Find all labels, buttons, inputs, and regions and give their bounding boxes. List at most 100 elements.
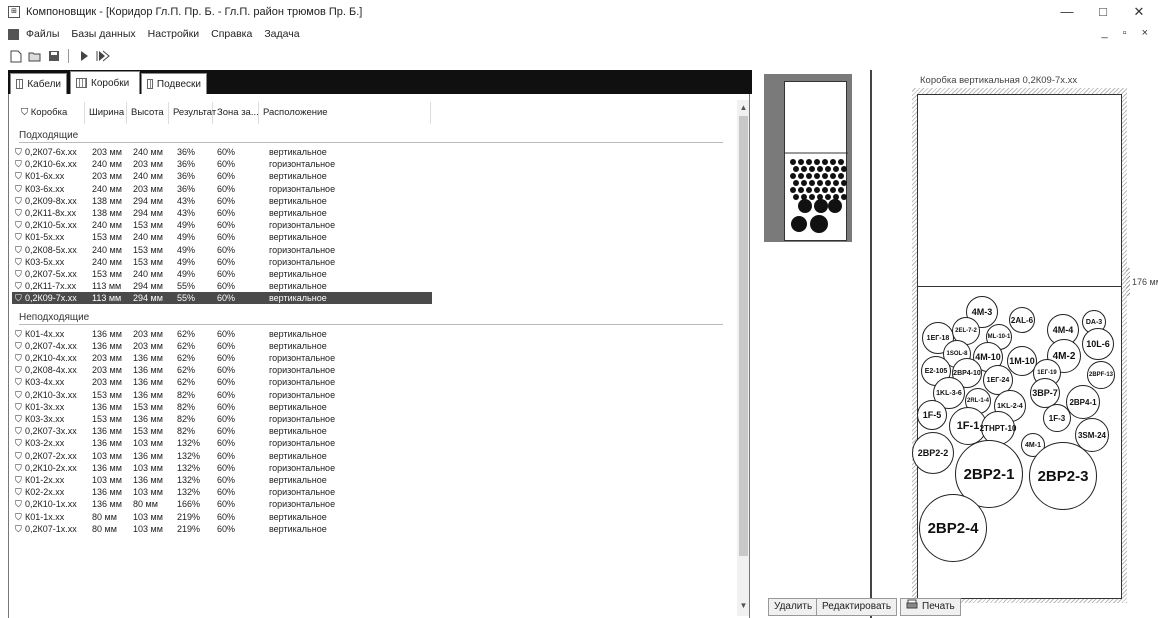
table-cell: 138 мм [92,208,122,218]
table-row[interactable]: ⛉ К01-5x.xx 153 мм 240 мм 49% 60% вертикальное [12,231,432,243]
table-cell: горизонтальное [269,220,336,231]
thumbnail-cable [817,180,823,186]
delete-button[interactable]: Удалить [768,598,819,616]
maximize-button[interactable]: □ [1088,3,1118,21]
column-header-box[interactable]: ⛉ Коробка [17,102,85,124]
table-row[interactable]: ⛉ 0,2К10-3x.xx 153 мм 136 мм 82% 60% горизонта… [12,389,432,401]
menu-task[interactable]: Задача [264,28,299,40]
table-row[interactable]: ⛉ 0,2К07-3x.xx 136 мм 153 мм 82% 60% вертикаль… [12,425,432,437]
cable-circle[interactable]: 2ВР2-4 [919,494,987,562]
cable-circle[interactable]: 2ВР2-3 [1029,442,1097,510]
table-cell: вертикальное [269,195,327,206]
table-row[interactable]: ⛉ К01-1x.xx 80 мм 103 мм 219% 60% вертикальное [12,511,432,523]
table-row[interactable]: ⛉ К03-3x.xx 153 мм 136 мм 82% 60% горизонтальн… [12,413,432,425]
table-row[interactable]: ⛉ 0,2К10-2x.xx 136 мм 103 мм 132% 60% горизонт… [12,462,432,474]
table-row[interactable]: ⛉ 0,2К11-8x.xx 138 мм 294 мм 43% 60% вертикаль… [12,207,432,219]
table-row[interactable]: ⛉ К01-4x.xx 136 мм 203 мм 62% 60% вертикальное [12,328,432,340]
table-row[interactable]: ⛉ 0,2К09-7x.xx 113 мм 294 мм 55% 60% вертикаль… [12,292,432,305]
table-cell: 60% [217,438,236,449]
menu-help[interactable]: Справка [211,28,252,40]
table-row[interactable]: ⛉ 0,2К07-6x.xx 203 мм 240 мм 36% 60% вертикаль… [12,146,432,158]
box-icon: ⛉ [15,340,22,351]
table-row[interactable]: ⛉ 0,2К10-4x.xx 203 мм 136 мм 62% 60% горизонта… [12,352,432,364]
filter-icon: ⛉ [21,107,31,118]
table-cell: 136 мм [92,462,122,473]
column-header-zone[interactable]: Зона за... [213,102,259,124]
table-cell: 0,2К07-3x.xx [25,426,77,437]
column-header-placement[interactable]: Расположение [259,102,431,124]
table-cell: 153 мм [92,232,122,243]
table-cell: 43% [177,195,196,206]
column-header-height[interactable]: Высота [127,102,169,124]
table-cell: 153 мм [133,426,163,437]
run-all-icon[interactable] [95,49,110,64]
table-row[interactable]: ⛉ 0,2К08-4x.xx 203 мм 136 мм 62% 60% горизонта… [12,364,432,376]
run-icon[interactable] [76,49,91,64]
table-cell: 132% [177,487,201,498]
table-row[interactable]: ⛉ 0,2К10-1x.xx 136 мм 80 мм 166% 60% горизонта… [12,498,432,510]
cable-circle[interactable]: 2AL-6 [1009,307,1035,333]
table-row[interactable]: ⛉ 0,2К08-5x.xx 240 мм 153 мм 49% 60% горизонта… [12,244,432,256]
cable-circle[interactable]: 10L-6 [1082,328,1114,360]
box-icon: ⛉ [15,438,22,449]
table-row[interactable]: ⛉ К03-6x.xx 240 мм 203 мм 36% 60% горизонтальн… [12,183,432,195]
scroll-thumb[interactable] [739,116,748,556]
tab-boxes[interactable]: Коробки [70,71,140,94]
save-icon[interactable] [46,49,61,64]
table-row[interactable]: ⛉ К01-2x.xx 103 мм 136 мм 132% 60% вертикально… [12,474,432,486]
cable-circle[interactable]: 2BPF-13 [1087,361,1115,389]
table-row[interactable]: ⛉ 0,2К09-8x.xx 138 мм 294 мм 43% 60% вертикаль… [12,195,432,207]
table-row[interactable]: ⛉ К02-2x.xx 136 мм 103 мм 132% 60% горизонталь… [12,486,432,498]
table-cell: 294 мм [133,208,163,218]
tab-cables[interactable]: Кабели [10,73,67,94]
column-header-width[interactable]: Ширина [85,102,127,124]
mdi-controls[interactable]: _ ▫ × [1101,27,1154,39]
table-row[interactable]: ⛉ 0,2К10-5x.xx 240 мм 153 мм 49% 60% горизонта… [12,219,432,231]
box-thumbnail[interactable] [764,74,852,242]
table-row[interactable]: ⛉ К03-2x.xx 136 мм 103 мм 132% 60% горизонталь… [12,437,432,449]
table-row[interactable]: ⛉ К01-6x.xx 203 мм 240 мм 36% 60% вертикальное [12,170,432,182]
box-icon: ⛉ [15,462,22,473]
menu-databases[interactable]: Базы данных [71,28,135,40]
menu-files[interactable]: Файлы [26,28,59,40]
print-button[interactable]: Печать [900,598,961,616]
tab-hangers[interactable]: Подвески [141,73,207,94]
vertical-scrollbar[interactable]: ▲ ▼ [737,100,749,616]
table-row[interactable]: ⛉ 0,2К07-5x.xx 153 мм 240 мм 49% 60% вертикаль… [12,268,432,280]
table-row[interactable]: ⛉ 0,2К07-2x.xx 103 мм 136 мм 132% 60% вертикал… [12,450,432,462]
table-row[interactable]: ⛉ К01-3x.xx 136 мм 153 мм 82% 60% вертикальное [12,401,432,413]
boxes-list[interactable]: ⛉ Коробка Ширина Высота Результат Зона з… [8,94,750,618]
table-cell: вертикальное [269,426,327,437]
column-header-result[interactable]: Результат [169,102,216,124]
table-row[interactable]: ⛉ К03-5x.xx 240 мм 153 мм 49% 60% горизонтальн… [12,256,432,268]
thumbnail-cable [791,216,807,232]
thumbnail-cable [814,187,820,193]
table-row[interactable]: ⛉ 0,2К07-1x.xx 80 мм 103 мм 219% 60% вертикаль… [12,523,432,535]
cable-circle[interactable]: 2ВР2-2 [912,432,954,474]
table-row[interactable]: ⛉ 0,2К11-7x.xx 113 мм 294 мм 55% 60% вертикаль… [12,280,432,292]
scroll-up-icon[interactable]: ▲ [737,102,749,114]
edit-button[interactable]: Редактировать [816,598,898,616]
open-icon[interactable] [27,49,42,64]
cable-circle[interactable]: 1F-5 [917,400,947,430]
thumbnail-cable [841,166,847,172]
box-icon: ⛉ [15,401,22,412]
table-cell: 49% [177,232,196,243]
minimize-button[interactable]: — [1052,3,1082,21]
thumbnail-box [784,81,848,241]
close-button[interactable]: ✕ [1124,3,1154,21]
table-cell: 60% [217,244,236,255]
table-cell: 153 мм [133,244,163,255]
new-icon[interactable] [8,49,23,64]
menu-settings[interactable]: Настройки [148,28,200,40]
cable-circle[interactable]: 2ВР4-1 [1066,385,1100,419]
table-row[interactable]: ⛉ 0,2К07-4x.xx 136 мм 203 мм 62% 60% вертикаль… [12,340,432,352]
table-cell: горизонтальное [269,183,336,194]
table-cell: 203 мм [92,365,122,376]
cable-circle[interactable]: 1F-3 [1043,404,1071,432]
table-row[interactable]: ⛉ К03-4x.xx 203 мм 136 мм 62% 60% горизонтальн… [12,376,432,388]
table-row[interactable]: ⛉ 0,2К10-6x.xx 240 мм 203 мм 36% 60% горизонта… [12,158,432,170]
table-cell: 60% [217,499,236,510]
box-icon: ⛉ [15,414,22,424]
scroll-down-icon[interactable]: ▼ [737,600,749,612]
